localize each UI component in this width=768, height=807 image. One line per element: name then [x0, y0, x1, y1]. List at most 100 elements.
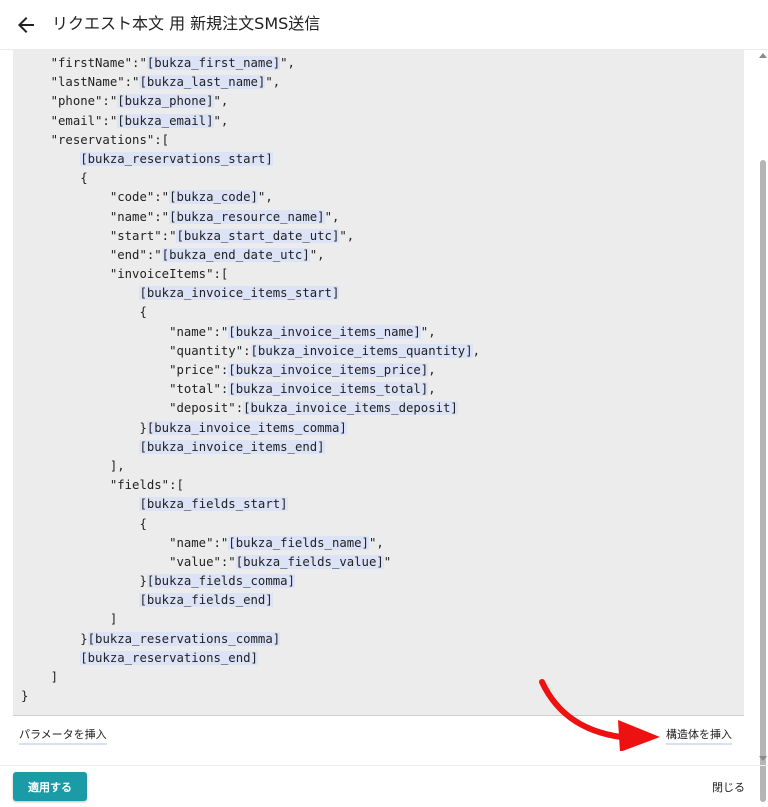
scroll-down-arrow-icon[interactable]	[759, 756, 767, 761]
code-content[interactable]: "firstName":"[bukza_first_name]", "lastN…	[21, 54, 480, 706]
parameter-token: [bukza_fields_comma]	[146, 574, 295, 589]
code-text: ]	[21, 670, 59, 684]
code-text: ,	[428, 363, 436, 377]
code-text: }	[21, 689, 29, 704]
close-button[interactable]: 閉じる	[712, 779, 745, 795]
code-text: ],	[21, 458, 125, 473]
code-text: }	[21, 631, 88, 646]
code-text: ",	[213, 113, 229, 128]
parameter-token: [bukza_invoice_items_total]	[228, 382, 429, 397]
code-text: "code":"	[21, 190, 170, 205]
parameter-token: [bukza_invoice_items_end]	[139, 439, 325, 454]
code-text: ",	[280, 56, 295, 70]
code-text: "email":"	[21, 113, 118, 128]
code-line: "quantity":[bukza_invoice_items_quantity…	[21, 342, 480, 361]
parameter-token: [bukza_invoice_items_comma]	[146, 420, 347, 435]
code-line: }[bukza_fields_comma]	[21, 572, 480, 591]
footer-divider	[0, 765, 768, 766]
parameter-token: [bukza_fields_end]	[139, 593, 273, 608]
parameter-token: [bukza_resource_name]	[169, 209, 325, 224]
code-line: [bukza_invoice_items_end]	[21, 438, 480, 457]
code-text: "name":"	[21, 535, 229, 550]
insert-structure-link[interactable]: 構造体を挿入	[666, 728, 732, 745]
code-text: ",	[265, 75, 281, 90]
code-text: "end":"	[21, 247, 162, 262]
code-text: {	[21, 305, 147, 320]
code-text: {	[21, 171, 88, 186]
code-text: "price":	[21, 363, 229, 377]
code-line: "value":"[bukza_fields_value]"	[21, 553, 480, 572]
code-line: "phone":"[bukza_phone]",	[21, 92, 480, 111]
code-text: "name":"	[21, 324, 229, 339]
code-text: "	[383, 554, 392, 569]
scroll-thumb[interactable]	[760, 160, 766, 802]
code-line: }	[21, 687, 480, 706]
code-text: ,	[472, 343, 481, 358]
parameter-token: [bukza_invoice_items_quantity]	[250, 343, 473, 358]
code-text: "quantity":	[21, 343, 251, 358]
parameter-token: [bukza_invoice_items_deposit]	[243, 401, 458, 416]
code-text: "start":"	[21, 228, 177, 243]
code-line: {	[21, 169, 480, 188]
code-line: "firstName":"[bukza_first_name]",	[21, 54, 480, 73]
code-text: ",	[309, 247, 325, 262]
code-text: ",	[368, 535, 384, 550]
code-line: "total":[bukza_invoice_items_total],	[21, 380, 480, 399]
code-line: ],	[21, 457, 480, 476]
parameter-token: [bukza_reservations_end]	[80, 650, 258, 665]
code-text: "lastName":"	[21, 75, 140, 90]
parameter-token: [bukza_first_name]	[146, 56, 281, 70]
code-text: }	[21, 574, 147, 589]
request-body-editor[interactable]: "firstName":"[bukza_first_name]", "lastN…	[13, 50, 744, 716]
code-text: "phone":"	[21, 94, 118, 109]
annotation-arrow-icon	[539, 679, 660, 751]
code-line: "price":[bukza_invoice_items_price],	[21, 361, 480, 380]
scroll-up-arrow-icon[interactable]	[759, 53, 767, 58]
parameter-token: [bukza_last_name]	[139, 75, 266, 90]
code-text: "firstName":"	[21, 56, 147, 70]
code-line: [bukza_fields_start]	[21, 495, 480, 514]
dialog-title: リクエスト本文 用 新規注文SMS送信	[52, 14, 321, 33]
apply-button[interactable]: 適用する	[13, 772, 87, 801]
code-text: {	[21, 516, 147, 531]
code-line: "end":"[bukza_end_date_utc]",	[21, 246, 480, 265]
code-line: {	[21, 515, 480, 534]
code-text: ]	[21, 612, 118, 627]
parameter-token: [bukza_reservations_start]	[80, 151, 273, 166]
parameter-token: [bukza_invoice_items_start]	[139, 286, 340, 301]
code-text: "fields":[	[21, 478, 184, 493]
code-line: "lastName":"[bukza_last_name]",	[21, 73, 480, 92]
code-text: ",	[339, 228, 355, 243]
code-text: "reservations":[	[21, 132, 170, 147]
code-line: "deposit":[bukza_invoice_items_deposit]	[21, 399, 480, 418]
code-line: "name":"[bukza_invoice_items_name]",	[21, 323, 480, 342]
code-text: "deposit":	[21, 401, 244, 416]
parameter-token: [bukza_invoice_items_price]	[228, 363, 429, 377]
dialog-header: リクエスト本文 用 新規注文SMS送信	[0, 0, 768, 50]
code-line: }[bukza_invoice_items_comma]	[21, 419, 480, 438]
insert-parameter-link[interactable]: パラメータを挿入	[19, 728, 107, 745]
code-text: "total":	[21, 382, 229, 397]
parameter-token: [bukza_fields_name]	[228, 535, 369, 550]
code-line: "fields":[	[21, 476, 480, 495]
code-text: ",	[324, 209, 340, 224]
parameter-token: [bukza_fields_value]	[235, 554, 384, 569]
code-line: "invoiceItems":[	[21, 265, 480, 284]
code-line: [bukza_reservations_start]	[21, 150, 480, 169]
parameter-token: [bukza_phone]	[117, 94, 214, 109]
code-line: [bukza_reservations_end]	[21, 649, 480, 668]
code-text: ",	[420, 324, 436, 339]
code-line: [bukza_fields_end]	[21, 591, 480, 610]
scrollbar[interactable]	[758, 50, 768, 802]
code-text: "invoiceItems":[	[21, 267, 229, 282]
parameter-token: [bukza_reservations_comma]	[87, 631, 281, 646]
arrow-left-icon[interactable]	[14, 13, 38, 37]
code-text: "value":"	[21, 554, 236, 569]
parameter-token: [bukza_end_date_utc]	[161, 247, 310, 262]
parameter-token: [bukza_email]	[117, 113, 214, 128]
